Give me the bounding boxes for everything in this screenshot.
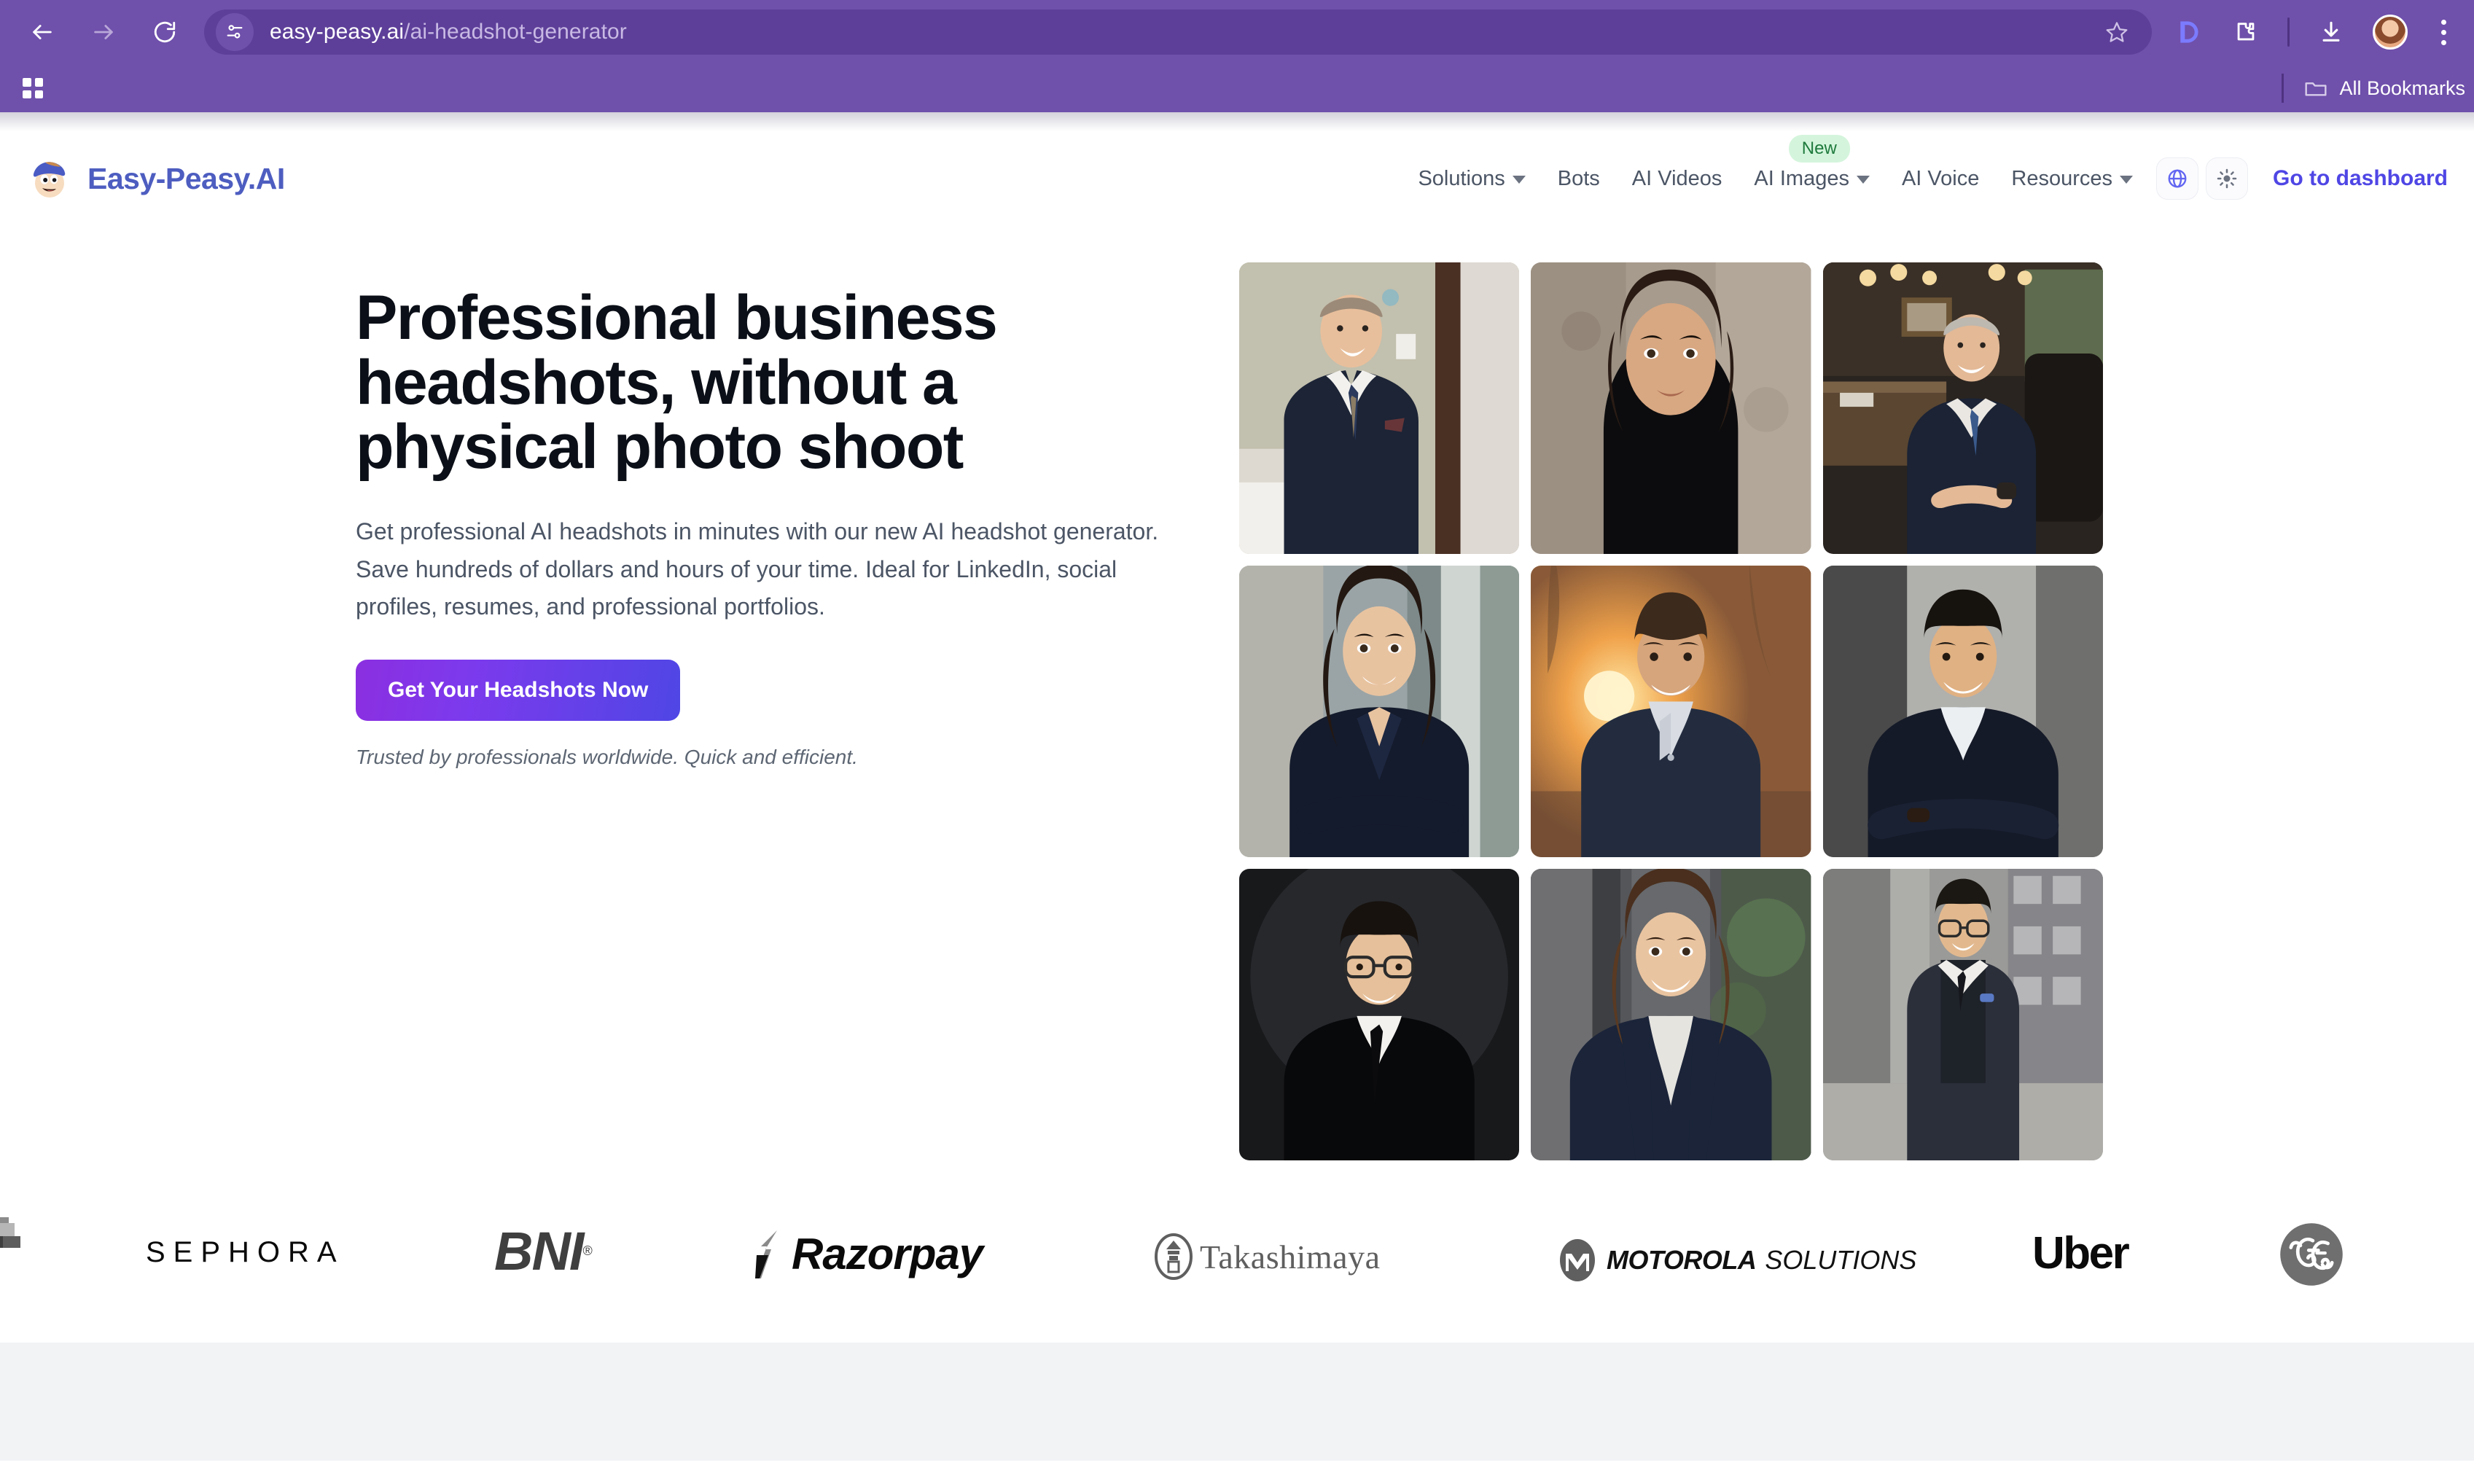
partial-logo-left	[0, 1217, 41, 1287]
sephora-logo: SEPHORA	[146, 1236, 345, 1269]
bni-logo-text: BNI	[494, 1221, 584, 1281]
site-logo[interactable]: Easy-Peasy.AI	[28, 155, 285, 202]
site-settings-icon[interactable]	[216, 13, 254, 51]
folder-icon	[2305, 82, 2327, 96]
extension-d-icon[interactable]	[2171, 15, 2204, 49]
chevron-down-icon	[1856, 176, 1870, 184]
bni-registered-mark: ®	[582, 1243, 592, 1258]
nav-label-ai-videos: AI Videos	[1631, 166, 1722, 190]
all-bookmarks-button[interactable]: All Bookmarks	[2300, 74, 2470, 103]
nav-label-resources: Resources	[2011, 166, 2112, 190]
uber-logo: Uber	[2032, 1227, 2130, 1279]
site-logo-text: Easy-Peasy.AI	[87, 161, 285, 195]
headshot-woman-black-turtleneck[interactable]	[1531, 262, 1811, 554]
back-arrow-icon[interactable]	[26, 16, 58, 48]
nav-item-ai-images[interactable]: New AI Images	[1738, 134, 1886, 198]
headshot-man-suit-indoor-room[interactable]	[1239, 262, 1520, 554]
sun-icon	[2217, 168, 2237, 189]
trust-text: Trusted by professionals worldwide. Quic…	[356, 746, 858, 769]
hero-description: Get professional AI headshots in minutes…	[356, 518, 1159, 620]
uber-logo-text: Uber	[2032, 1228, 2130, 1278]
headshot-man-three-piece-city[interactable]	[1822, 869, 2103, 1160]
takashimaya-logo: Takashimaya	[1153, 1233, 1381, 1280]
page-title: Professional business headshots, without…	[356, 283, 998, 483]
get-headshots-button[interactable]: Get Your Headshots Now	[356, 660, 681, 722]
chrome-drop-shadow	[0, 112, 2474, 131]
bookmarks-divider	[2282, 74, 2284, 103]
takashimaya-emblem-icon	[1155, 1233, 1193, 1280]
razorpay-logo-text: Razorpay	[792, 1230, 983, 1278]
bookmarks-bar-right: All Bookmarks	[2282, 74, 2470, 103]
globe-icon	[2168, 169, 2187, 188]
nav-item-solutions[interactable]: Solutions	[1402, 160, 1541, 198]
easy-peasy-mascot-icon	[33, 162, 66, 198]
hero-section: Professional business headshots, without…	[0, 226, 2474, 1160]
nav-label-ai-images: AI Images	[1754, 166, 1849, 190]
nav-label-solutions: Solutions	[1418, 166, 1505, 190]
all-bookmarks-label: All Bookmarks	[2339, 77, 2465, 99]
ge-monogram-icon	[2278, 1221, 2345, 1288]
profile-avatar[interactable]	[2373, 15, 2408, 50]
headshot-man-sunset-outdoor[interactable]	[1531, 566, 1811, 857]
browser-toolbar: easy-peasy.ai/ai-headshot-generator	[0, 0, 2474, 64]
headshot-man-dark-suit-arms-crossed[interactable]	[1822, 566, 2103, 857]
solutions-logo-text: SOLUTIONS	[1765, 1245, 1917, 1275]
chevron-down-icon	[1512, 176, 1526, 184]
bookmarks-bar: All Bookmarks	[0, 64, 2474, 112]
ge-logo	[2277, 1220, 2346, 1289]
site-header: Easy-Peasy.AI Solutions Bots AI Videos N…	[0, 131, 2474, 226]
headshot-senior-man-office-desk[interactable]	[1822, 262, 2103, 554]
star-icon[interactable]	[2098, 13, 2136, 51]
motorola-logo-text: MOTOROLA	[1607, 1245, 1757, 1275]
url-text: easy-peasy.ai/ai-headshot-generator	[270, 20, 2098, 44]
nav-item-resources[interactable]: Resources	[1995, 160, 2149, 198]
browser-tool-icons	[2171, 15, 2455, 50]
nav-label-ai-voice: AI Voice	[1901, 166, 1980, 190]
nav-label-bots: Bots	[1557, 166, 1600, 190]
bni-logo: BNI ®	[494, 1220, 593, 1282]
browser-chrome: easy-peasy.ai/ai-headshot-generator All …	[0, 0, 2474, 112]
reload-icon[interactable]	[149, 16, 181, 48]
motorola-batwing-icon	[1560, 1239, 1595, 1281]
main-navigation: Solutions Bots AI Videos New AI Images A…	[1402, 134, 2448, 200]
next-section-band	[0, 1343, 2474, 1461]
browser-nav-buttons	[19, 16, 191, 48]
hero-gallery	[1239, 255, 2474, 1160]
headshot-woman-navy-blazer-hallway[interactable]	[1239, 566, 1520, 857]
razorpay-logo: Razorpay	[755, 1229, 983, 1279]
url-path: /ai-headshot-generator	[404, 20, 627, 44]
toolbar-divider	[2287, 17, 2290, 47]
go-to-dashboard-link[interactable]: Go to dashboard	[2273, 166, 2448, 191]
language-switcher-button[interactable]	[2156, 157, 2198, 200]
headshot-woman-city-street[interactable]	[1531, 869, 1811, 1160]
razorpay-mark-icon	[755, 1230, 777, 1278]
headshot-man-glasses-black-backdrop[interactable]	[1239, 869, 1520, 1160]
motorola-solutions-logo: MOTOROLA SOLUTIONS	[1558, 1238, 1916, 1283]
headshot-grid	[1239, 262, 2103, 1160]
theme-toggle-button[interactable]	[2206, 157, 2248, 200]
url-domain: easy-peasy.ai	[270, 20, 405, 44]
nav-item-ai-voice[interactable]: AI Voice	[1886, 160, 1995, 198]
hero-copy: Professional business headshots, without…	[0, 255, 1239, 1160]
chevron-down-icon	[2120, 176, 2133, 184]
nav-new-badge: New	[1788, 134, 1850, 163]
client-logo-bar: SEPHORA BNI ® Razorpay Takashimaya MOTORO…	[0, 1160, 2474, 1343]
sephora-logo-text: SEPHORA	[146, 1236, 345, 1268]
address-bar[interactable]: easy-peasy.ai/ai-headshot-generator	[204, 9, 2152, 55]
download-icon[interactable]	[2314, 15, 2348, 49]
takashimaya-logo-text: Takashimaya	[1200, 1238, 1381, 1276]
extensions-puzzle-icon[interactable]	[2229, 15, 2263, 49]
kebab-menu-icon[interactable]	[2432, 17, 2455, 48]
nav-item-bots[interactable]: Bots	[1542, 160, 1616, 198]
forward-arrow-icon[interactable]	[87, 16, 120, 48]
apps-grid-icon[interactable]	[16, 71, 50, 105]
nav-item-ai-videos[interactable]: AI Videos	[1616, 160, 1739, 198]
